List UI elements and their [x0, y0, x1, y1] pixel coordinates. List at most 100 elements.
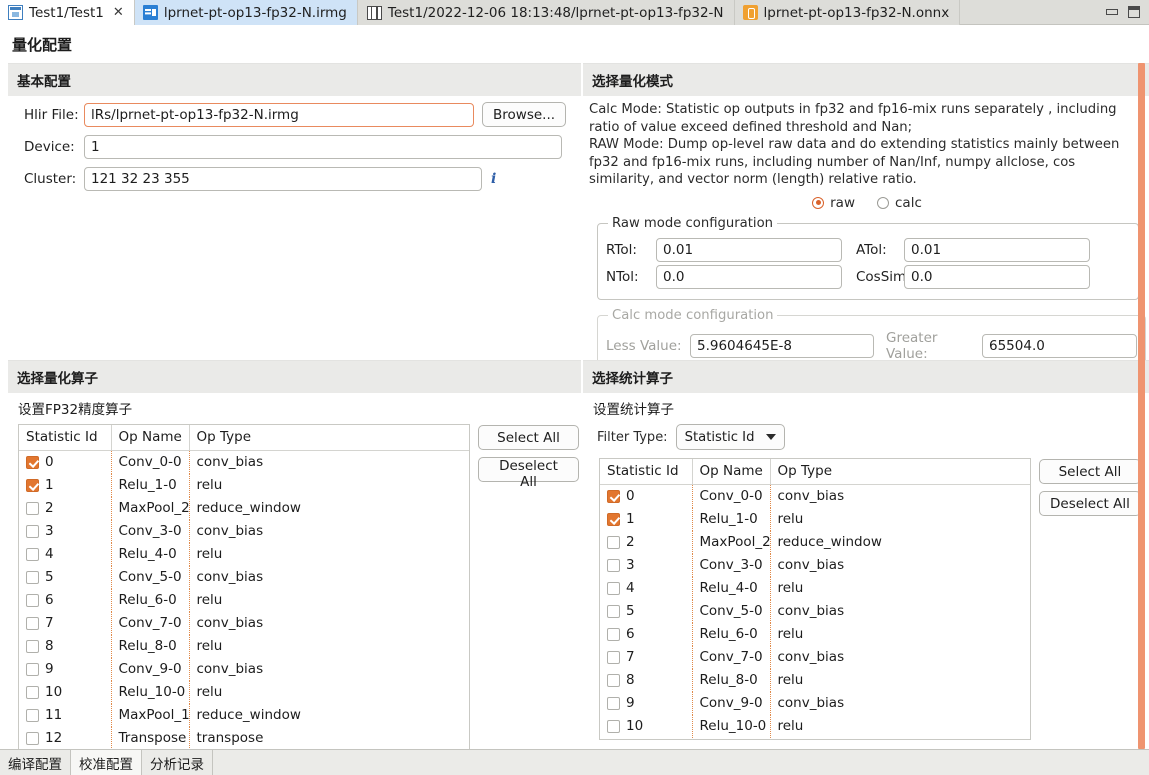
ntol-input[interactable]	[656, 264, 842, 289]
quant-ops-table-wrapper[interactable]: Statistic Id Op Name Op Type 0 Conv_0-0 co…	[18, 424, 470, 749]
table-row[interactable]: 8 Relu_8-0 relu	[19, 634, 469, 658]
table-row[interactable]: 1 Relu_1-0 relu	[600, 507, 1030, 531]
row-checkbox[interactable]	[26, 616, 39, 630]
row-checkbox[interactable]	[26, 731, 39, 745]
table-row[interactable]: 8 Relu_8-0 relu	[600, 668, 1030, 692]
table-row[interactable]: 2 MaxPool_2 reduce_window	[19, 496, 469, 520]
stat-ops-col-op-type: Op Type	[770, 459, 1030, 485]
close-icon[interactable]: ✕	[113, 6, 124, 19]
quant-ops-header-row: Statistic Id Op Name Op Type	[19, 425, 469, 451]
row-checkbox[interactable]	[26, 685, 39, 699]
stat-ops-select-all-button[interactable]: Select All	[1039, 459, 1141, 484]
quant-ops-select-all-button[interactable]: Select All	[478, 425, 579, 450]
table-row[interactable]: 7 Conv_7-0 conv_bias	[600, 645, 1030, 669]
browse-button[interactable]: Browse...	[482, 102, 567, 127]
filter-type-select[interactable]: Statistic Id	[675, 424, 786, 450]
table-row[interactable]: 9 Conv_9-0 conv_bias	[19, 657, 469, 681]
table-row[interactable]: 3 Conv_3-0 conv_bias	[600, 553, 1030, 577]
table-row[interactable]: 10 Relu_10-0 relu	[600, 714, 1030, 738]
table-row[interactable]: 9 Conv_9-0 conv_bias	[600, 691, 1030, 715]
stat-ops-table-area: Statistic Id Op Name Op Type 0 Conv_0-0 co…	[587, 458, 1147, 740]
bottom-tab-calibration[interactable]: 校准配置	[71, 750, 142, 775]
vertical-scrollbar[interactable]	[1138, 63, 1145, 749]
row-checkbox[interactable]	[607, 512, 620, 526]
cluster-input[interactable]	[84, 167, 482, 191]
row-op-name: Conv_9-0	[111, 657, 190, 681]
table-row[interactable]: 5 Conv_5-0 conv_bias	[19, 565, 469, 589]
row-checkbox[interactable]	[26, 662, 39, 676]
row-checkbox[interactable]	[607, 489, 620, 503]
editor-tab-0[interactable]: Test1/Test1 ✕	[0, 0, 135, 25]
table-row[interactable]: 4 Relu_4-0 relu	[19, 542, 469, 566]
restore-icon[interactable]	[1128, 6, 1140, 18]
bottom-tab-compile[interactable]: 编译配置	[0, 750, 71, 775]
row-checkbox[interactable]	[26, 478, 39, 492]
row-statistic-id: 9	[45, 661, 54, 677]
table-row[interactable]: 4 Relu_4-0 relu	[600, 576, 1030, 600]
rtol-input[interactable]	[656, 237, 842, 262]
quant-ops-deselect-all-button[interactable]: Deselect All	[478, 457, 579, 490]
editor-tab-1[interactable]: lprnet-pt-op13-fp32-N.irmg	[134, 0, 358, 25]
hlir-file-input[interactable]	[84, 102, 474, 127]
bottom-tab-analysis[interactable]: 分析记录	[142, 750, 213, 775]
row-checkbox[interactable]	[26, 639, 39, 653]
editor-tab-bar: Test1/Test1 ✕ lprnet-pt-op13-fp32-N.irmg…	[0, 0, 1149, 25]
table-row[interactable]: 0 Conv_0-0 conv_bias	[19, 450, 469, 474]
minimize-icon[interactable]	[1106, 9, 1118, 15]
row-op-name: MaxPool_1	[111, 703, 190, 727]
atol-input[interactable]	[904, 237, 1090, 262]
table-row[interactable]: 10 Relu_10-0 relu	[19, 680, 469, 704]
cossim-input[interactable]	[904, 264, 1090, 289]
row-op-name: Conv_9-0	[692, 691, 771, 715]
stat-ops-deselect-all-button[interactable]: Deselect All	[1039, 491, 1141, 516]
quant-ops-col-op-name: Op Name	[111, 425, 190, 451]
stat_ops-row-id-cell: 1	[600, 507, 693, 531]
table-row[interactable]: 0 Conv_0-0 conv_bias	[600, 484, 1030, 508]
table-row[interactable]: 1 Relu_1-0 relu	[19, 473, 469, 497]
table-row[interactable]: 3 Conv_3-0 conv_bias	[19, 519, 469, 543]
row-checkbox[interactable]	[26, 708, 39, 722]
row-checkbox[interactable]	[607, 719, 620, 733]
radio-raw[interactable]: raw	[812, 195, 855, 211]
row-checkbox[interactable]	[26, 501, 39, 515]
row-checkbox[interactable]	[607, 581, 620, 595]
row-checkbox[interactable]	[26, 570, 39, 584]
greater-value-input[interactable]	[982, 333, 1137, 358]
table-row[interactable]: 6 Relu_6-0 relu	[19, 588, 469, 612]
row-checkbox[interactable]	[607, 696, 620, 710]
quant_ops-row-id-cell: 12	[19, 726, 112, 749]
table-row[interactable]: 11 MaxPool_1 reduce_window	[19, 703, 469, 727]
filter-type-value: Statistic Id	[684, 429, 755, 445]
row-checkbox[interactable]	[26, 524, 39, 538]
row-op-type: relu	[196, 684, 223, 700]
editor-tab-2[interactable]: Test1/2022-12-06 18:13:48/lprnet-pt-op13…	[357, 0, 735, 25]
editor-tab-3[interactable]: lprnet-pt-op13-fp32-N.onnx	[734, 0, 961, 25]
less-value-input[interactable]	[690, 333, 874, 358]
table-row[interactable]: 2 MaxPool_2 reduce_window	[600, 530, 1030, 554]
bottom-tab-bar: 编译配置 校准配置 分析记录	[0, 749, 1149, 775]
row-statistic-id: 0	[45, 454, 54, 471]
table-row[interactable]: 12 Transpose transpose	[19, 726, 469, 749]
row-op-name: Relu_6-0	[111, 588, 190, 612]
row-checkbox[interactable]	[607, 535, 620, 549]
row-checkbox[interactable]	[607, 604, 620, 618]
row-checkbox[interactable]	[607, 650, 620, 664]
table-row[interactable]: 5 Conv_5-0 conv_bias	[600, 599, 1030, 623]
radio-calc[interactable]: calc	[877, 195, 922, 211]
row-checkbox[interactable]	[607, 673, 620, 687]
table-row[interactable]: 6 Relu_6-0 relu	[600, 622, 1030, 646]
panel-stat-ops: 选择统计算子 设置统计算子 Filter Type: Statistic Id	[583, 360, 1149, 749]
table-row[interactable]: 7 Conv_7-0 conv_bias	[19, 611, 469, 635]
row-checkbox[interactable]	[607, 627, 620, 641]
device-input[interactable]	[84, 135, 562, 159]
row-checkbox[interactable]	[26, 547, 39, 561]
film-icon	[366, 5, 382, 20]
stat-ops-table-wrapper[interactable]: Statistic Id Op Name Op Type 0 Conv_0-0 co…	[599, 458, 1031, 740]
row-checkbox[interactable]	[607, 558, 620, 572]
vertical-scrollbar-thumb[interactable]	[1138, 63, 1145, 749]
quant_ops-row-id-cell: 5	[19, 565, 112, 589]
info-icon[interactable]: i	[491, 171, 496, 187]
row-checkbox[interactable]	[26, 455, 39, 469]
row-op-name: Relu_8-0	[111, 634, 190, 658]
row-checkbox[interactable]	[26, 593, 39, 607]
